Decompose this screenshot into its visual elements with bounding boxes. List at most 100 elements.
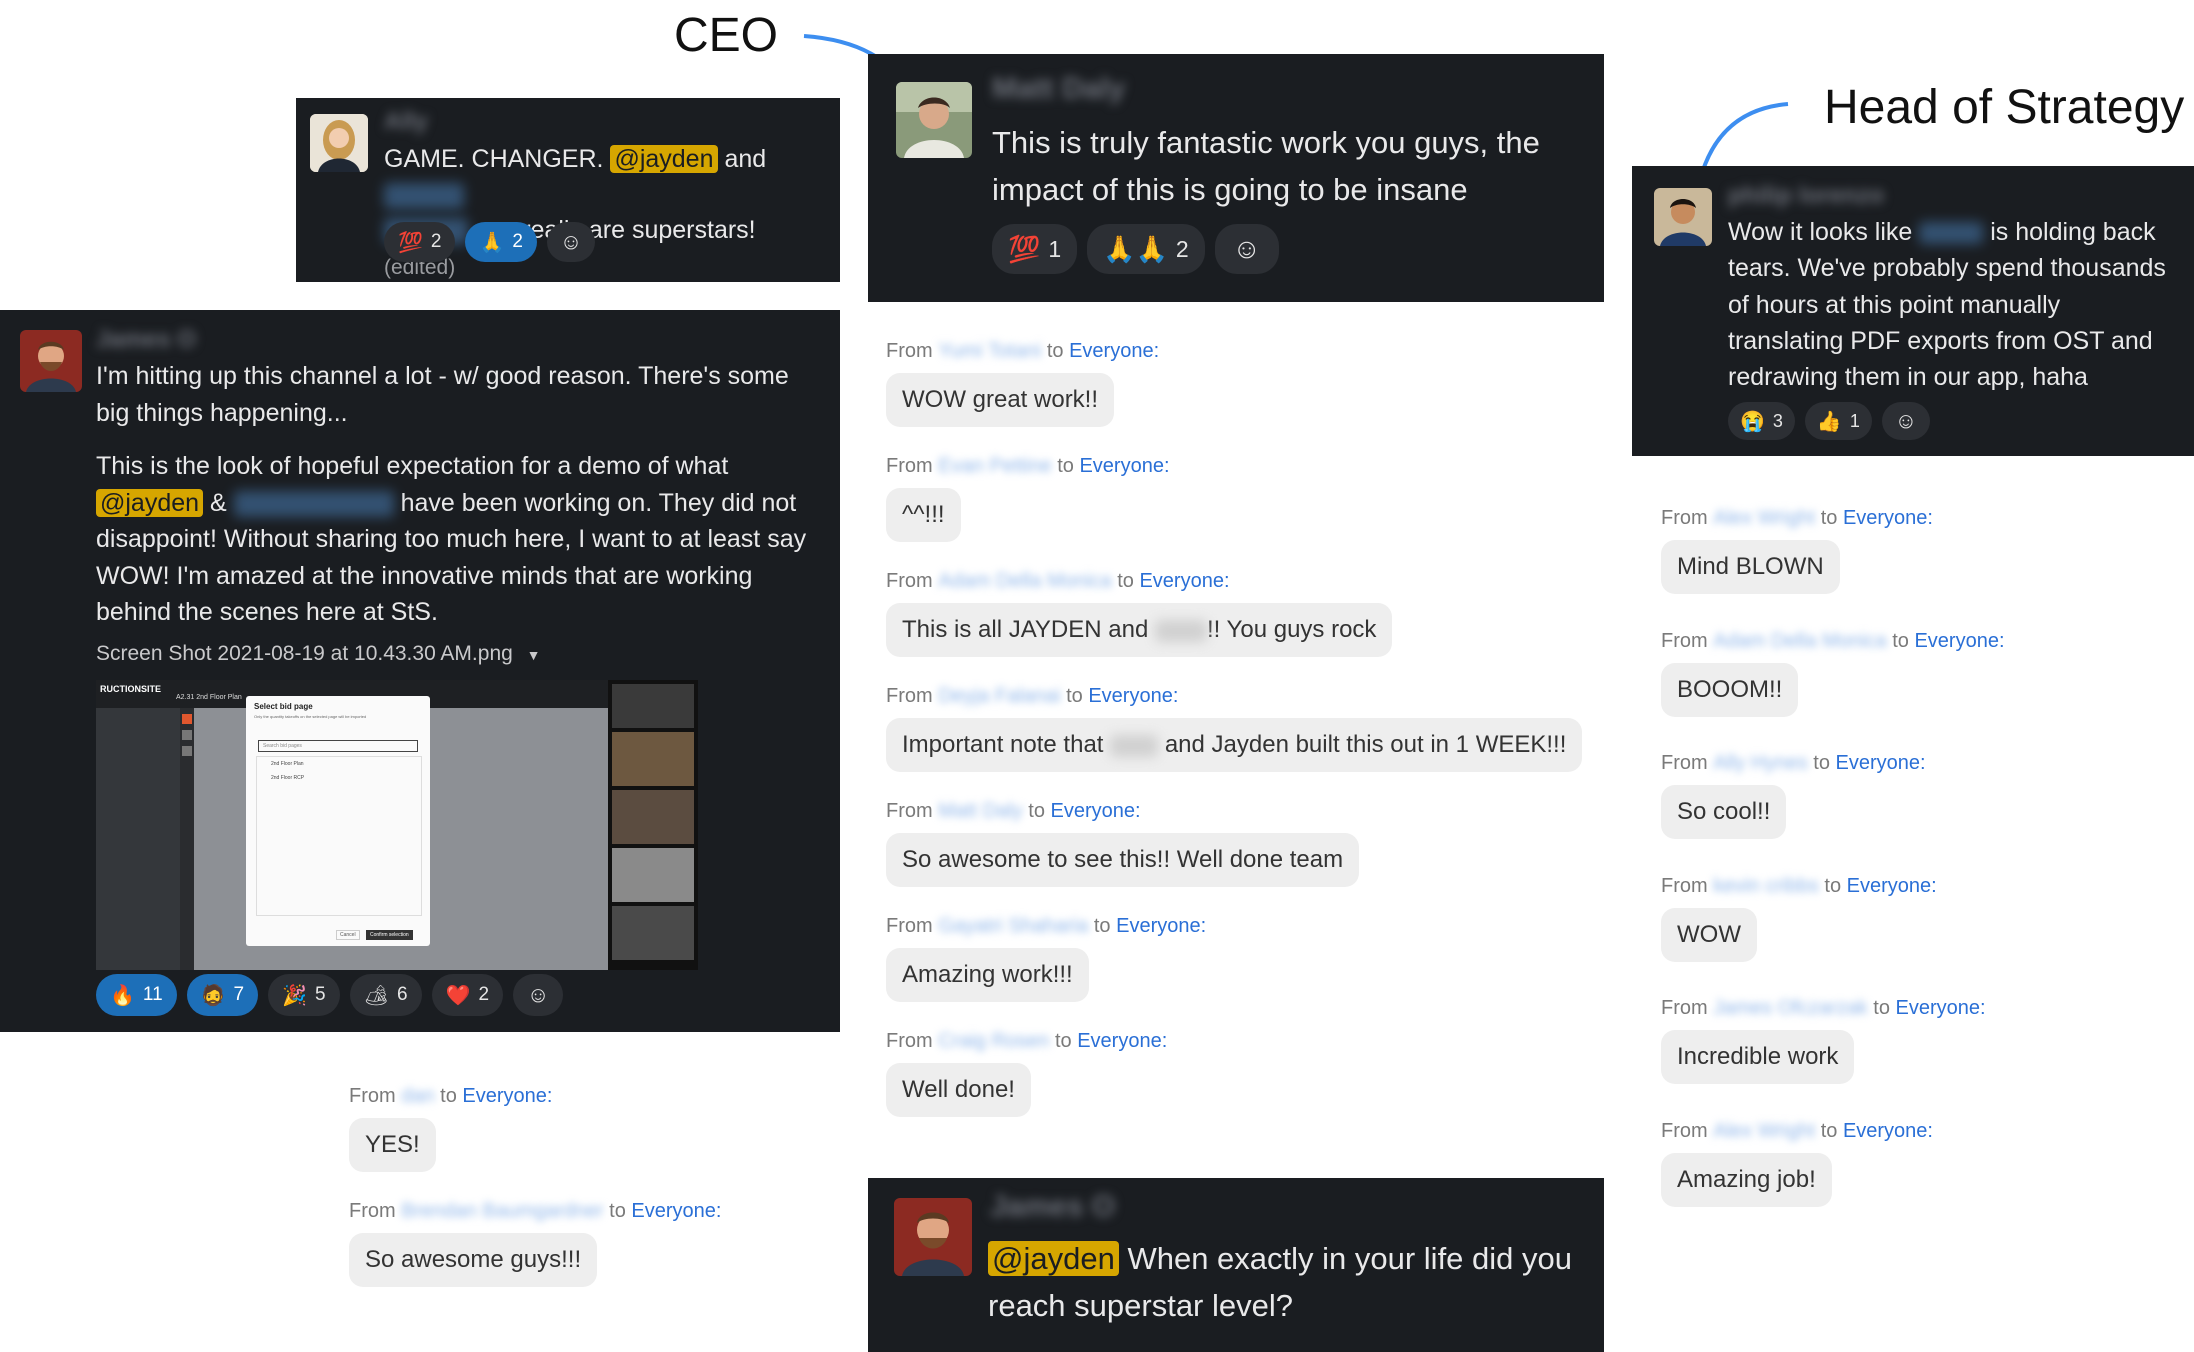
- chat-bubble: ^^!!!: [886, 488, 961, 542]
- option-item[interactable]: 2nd Floor Plan: [257, 757, 421, 771]
- reaction-pray[interactable]: 🙏🙏 2: [1087, 224, 1205, 274]
- file-name[interactable]: Screen Shot 2021-08-19 at 10.43.30 AM.pn…: [96, 642, 513, 665]
- recipient[interactable]: Everyone:: [1843, 507, 1933, 529]
- recipient[interactable]: Everyone:: [1847, 875, 1937, 897]
- reaction-camp[interactable]: 🏕 6: [349, 974, 422, 1016]
- chat-message: From Gayatri Shaharia to Everyone: Amazi…: [886, 915, 1206, 1002]
- redacted-name: [1154, 619, 1207, 642]
- chevron-down-icon[interactable]: ▼: [527, 647, 541, 663]
- chat-meta: From Alex Wright to Everyone:: [1661, 507, 1933, 530]
- mention-jayden[interactable]: @jayden: [988, 1241, 1119, 1276]
- reaction-tada[interactable]: 🎉 5: [268, 974, 340, 1016]
- reaction-count: 1: [1048, 235, 1062, 262]
- message-segment: This is all JAYDEN and: [902, 616, 1149, 643]
- heart-icon: ❤️: [445, 984, 471, 1007]
- reaction-fire[interactable]: 🔥 11: [96, 974, 177, 1016]
- app-title: A2.31 2nd Floor Plan: [176, 694, 242, 701]
- recipient[interactable]: Everyone:: [462, 1085, 552, 1107]
- recipient[interactable]: Everyone:: [1079, 455, 1169, 477]
- to-label: to: [1057, 455, 1074, 477]
- sender-name: dan: [401, 1085, 435, 1107]
- image-attachment[interactable]: RUCTIONSITE A2.31 2nd Floor Plan Select …: [96, 680, 698, 970]
- from-label: From: [1661, 1120, 1708, 1142]
- reaction-100[interactable]: 💯 2: [384, 222, 456, 262]
- reaction-sob[interactable]: 😭 3: [1728, 402, 1795, 440]
- reaction-100[interactable]: 💯 1: [992, 224, 1078, 274]
- ceo-annotation: CEO: [674, 9, 779, 62]
- to-label: to: [1820, 507, 1838, 529]
- avatar: [896, 82, 972, 158]
- confirm-button[interactable]: Confirm selection: [366, 930, 413, 940]
- chat-message: From Brendan Baumgardner to Everyone: So…: [349, 1200, 721, 1287]
- redacted-name: [1110, 734, 1159, 757]
- thumbs-up-icon: 👍: [1816, 410, 1842, 433]
- add-reaction-button[interactable]: ☺: [1881, 402, 1930, 440]
- pray-icon: 🙏: [479, 231, 505, 254]
- recipient[interactable]: Everyone:: [1051, 800, 1141, 822]
- dialog-title: Select bid page: [254, 702, 313, 711]
- reaction-pray[interactable]: 🙏 2: [465, 222, 537, 262]
- slack-message-james: James O I'm hitting up this channel a lo…: [0, 310, 840, 1032]
- message-paragraph-2: This is the look of hopeful expectation …: [96, 448, 826, 631]
- chat-bubble: Amazing work!!!: [886, 948, 1089, 1002]
- cancel-button[interactable]: Cancel: [336, 930, 360, 940]
- chat-meta: From Matt Daly to Everyone:: [886, 800, 1359, 823]
- tada-icon: 🎉: [282, 984, 308, 1007]
- chat-message: From Deyja Falanai to Everyone: Importan…: [886, 685, 1583, 772]
- slack-message-ally: Ally GAME. CHANGER. @jayden and you real…: [296, 98, 840, 282]
- chat-meta: From Ally Hynes to Everyone:: [1661, 752, 1926, 775]
- recipient[interactable]: Everyone:: [1843, 1120, 1933, 1142]
- add-reaction-button[interactable]: ☺: [1214, 224, 1279, 274]
- to-label: to: [1066, 685, 1083, 707]
- reactions-bar: 😭 3 👍 1 ☺: [1728, 402, 1930, 440]
- add-reaction-button[interactable]: ☺: [513, 974, 564, 1016]
- search-input[interactable]: Search bid pages: [258, 740, 418, 752]
- recipient[interactable]: Everyone:: [1069, 340, 1159, 362]
- to-label: to: [440, 1085, 457, 1107]
- reaction-custom-face[interactable]: 🧔 7: [186, 974, 259, 1016]
- from-label: From: [886, 455, 933, 477]
- chat-message: From Matt Daly to Everyone: So awesome t…: [886, 800, 1360, 887]
- add-reaction-button[interactable]: ☺: [546, 222, 595, 262]
- chat-meta: From Gayatri Shaharia to Everyone:: [886, 915, 1206, 938]
- chat-message: From dan to Everyone: YES!: [349, 1085, 552, 1172]
- app-toolstrip: [180, 708, 194, 970]
- mention-jayden[interactable]: @jayden: [96, 488, 204, 517]
- recipient[interactable]: Everyone:: [1139, 570, 1229, 592]
- to-label: to: [1892, 630, 1909, 652]
- recipient[interactable]: Everyone:: [1116, 915, 1206, 937]
- from-label: From: [886, 340, 933, 362]
- chat-bubble: Mind BLOWN: [1661, 540, 1840, 594]
- option-item[interactable]: 2nd Floor RCP: [257, 771, 421, 785]
- reactions-bar: 🔥 11 🧔 7 🎉 5 🏕 6 ❤️ 2 ☺: [96, 974, 564, 1016]
- sender-name: Deyja Falanai: [938, 685, 1061, 707]
- recipient[interactable]: Everyone:: [1896, 997, 1986, 1019]
- recipient[interactable]: Everyone:: [1077, 1030, 1167, 1052]
- file-name-row[interactable]: Screen Shot 2021-08-19 at 10.43.30 AM.pn…: [96, 642, 541, 666]
- chat-message: From Evan Pettine to Everyone: ^^!!!: [886, 455, 1170, 542]
- message-segment: GAME. CHANGER.: [384, 145, 604, 173]
- app-logo: RUCTIONSITE: [100, 684, 162, 694]
- dialog-subtitle: Only the quantity takeoffs on the select…: [254, 714, 367, 719]
- from-label: From: [886, 1030, 933, 1052]
- message-segment: Wow it looks like: [1728, 218, 1913, 246]
- reaction-thumbsup[interactable]: 👍 1: [1804, 402, 1872, 440]
- reaction-heart[interactable]: ❤️ 2: [431, 974, 504, 1016]
- from-label: From: [886, 915, 933, 937]
- chat-bubble: Amazing job!: [1661, 1153, 1832, 1207]
- smiley-plus-icon: ☺: [526, 982, 550, 1007]
- chat-meta: From Adam Della Monica to Everyone:: [1661, 630, 2005, 653]
- message-segment: have been working on. They did not disap…: [96, 488, 807, 627]
- reactions-bar: 💯 1 🙏🙏 2 ☺: [992, 224, 1279, 274]
- mention-jayden[interactable]: @jayden: [610, 145, 718, 173]
- message-text: This is truly fantastic work you guys, t…: [992, 125, 1540, 207]
- sender-name: Evan Pettine: [938, 455, 1052, 477]
- participant-tile: [612, 684, 694, 728]
- chat-bubble: WOW great work!!: [886, 373, 1115, 427]
- recipient[interactable]: Everyone:: [631, 1200, 721, 1222]
- recipient[interactable]: Everyone:: [1914, 630, 2004, 652]
- recipient[interactable]: Everyone:: [1088, 685, 1178, 707]
- recipient[interactable]: Everyone:: [1836, 752, 1926, 774]
- from-label: From: [1661, 507, 1708, 529]
- slack-message-head-of-strategy: philip lorenzo Wow it looks like is hold…: [1632, 166, 2194, 456]
